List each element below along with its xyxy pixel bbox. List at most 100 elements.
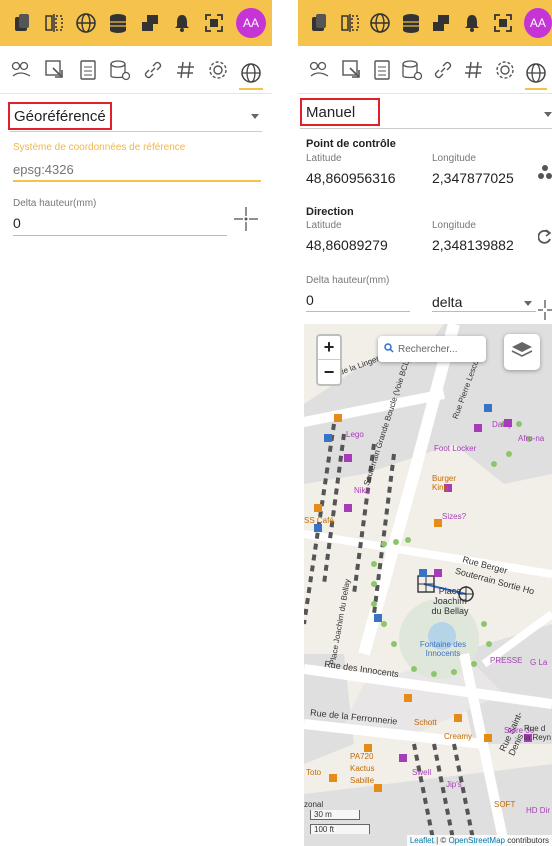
map-label: Creamy bbox=[444, 732, 473, 741]
document-list-icon[interactable] bbox=[76, 58, 100, 82]
rotate-icon[interactable] bbox=[537, 228, 552, 251]
windows-icon[interactable] bbox=[430, 11, 453, 35]
map-label: Fontaine des Innocents bbox=[419, 640, 467, 658]
map-label: Afro-na bbox=[518, 434, 545, 443]
dir-lat-value[interactable]: 48,86089279 bbox=[306, 237, 388, 253]
fullscreen-icon[interactable] bbox=[202, 11, 226, 35]
top-toolbar: AA bbox=[0, 0, 272, 46]
bell-icon[interactable] bbox=[461, 11, 484, 35]
map-label: Kactus bbox=[350, 764, 375, 773]
zoom-out-button[interactable]: − bbox=[318, 360, 340, 384]
crosshair-icon[interactable] bbox=[538, 300, 552, 325]
direction-title: Direction bbox=[306, 206, 354, 218]
avatar[interactable]: AA bbox=[236, 8, 266, 38]
map-label: Lego bbox=[346, 430, 364, 439]
map-label: Swell bbox=[412, 768, 432, 777]
map-search-button[interactable]: Rechercher... bbox=[378, 336, 486, 362]
document-list-icon[interactable] bbox=[372, 58, 392, 82]
mode-select[interactable]: Géoréférencé bbox=[8, 102, 112, 130]
layers-button[interactable] bbox=[504, 334, 540, 370]
layers-stack-icon[interactable] bbox=[308, 11, 331, 35]
globe-tab-icon[interactable] bbox=[239, 50, 264, 90]
link-nodes-icon[interactable] bbox=[308, 58, 332, 82]
pick-point-icon[interactable] bbox=[538, 164, 552, 189]
delta-mode-select[interactable]: delta bbox=[432, 294, 462, 310]
split-view-icon[interactable] bbox=[339, 11, 362, 35]
search-placeholder: Rechercher... bbox=[398, 343, 458, 355]
map-view[interactable]: de la Lingerie Rue Pierre Lescot Lego Ni… bbox=[304, 324, 552, 846]
windows-icon[interactable] bbox=[138, 11, 162, 35]
mode-select-value[interactable]: Manuel bbox=[300, 98, 380, 126]
cp-lat-label: Latitude bbox=[306, 153, 342, 164]
globe-icon[interactable] bbox=[369, 11, 392, 35]
delta-value[interactable]: 0 bbox=[13, 215, 21, 231]
control-point-title: Point de contrôle bbox=[306, 138, 396, 150]
map-label: Place Joachim du Bellay bbox=[431, 586, 469, 616]
layers-stack-icon[interactable] bbox=[10, 11, 34, 35]
delta-value[interactable]: 0 bbox=[306, 292, 314, 308]
chevron-down-icon[interactable] bbox=[524, 301, 532, 306]
crosshair-icon[interactable] bbox=[232, 205, 260, 238]
import-icon[interactable] bbox=[43, 58, 67, 82]
gear-icon[interactable] bbox=[494, 58, 516, 82]
delta-underline bbox=[13, 235, 227, 236]
cp-lat-value[interactable]: 48,860956316 bbox=[306, 170, 396, 186]
chevron-down-icon[interactable] bbox=[544, 112, 552, 117]
database-settings-icon[interactable] bbox=[401, 58, 423, 82]
layers-icon bbox=[511, 340, 533, 365]
chevron-down-icon[interactable] bbox=[251, 114, 259, 119]
mode-select-value[interactable]: Géoréférencé bbox=[8, 102, 112, 130]
delta-underline bbox=[306, 311, 410, 312]
crs-input[interactable] bbox=[13, 158, 261, 182]
import-icon[interactable] bbox=[341, 58, 363, 82]
gear-icon[interactable] bbox=[207, 58, 231, 82]
search-icon bbox=[384, 342, 394, 356]
top-toolbar: AA bbox=[298, 0, 552, 46]
scale-bar-imperial: 100 ft bbox=[310, 824, 370, 834]
leaflet-link[interactable]: Leaflet bbox=[410, 836, 434, 845]
link-nodes-icon[interactable] bbox=[10, 58, 34, 82]
attrib-tail: contributors bbox=[504, 836, 549, 845]
fullscreen-icon[interactable] bbox=[491, 11, 514, 35]
globe-tab-icon[interactable] bbox=[525, 50, 547, 90]
attrib-separator: | © bbox=[433, 836, 449, 845]
avatar[interactable]: AA bbox=[523, 8, 552, 38]
bell-icon[interactable] bbox=[170, 11, 194, 35]
split-view-icon[interactable] bbox=[42, 11, 66, 35]
dir-lon-value[interactable]: 2,348139882 bbox=[432, 237, 514, 253]
map-label: Foot Locker bbox=[434, 444, 477, 453]
divider bbox=[300, 128, 552, 129]
cp-lon-label: Longitude bbox=[432, 153, 476, 164]
map-label: zonal bbox=[304, 800, 324, 809]
database-settings-icon[interactable] bbox=[108, 58, 132, 82]
globe-icon[interactable] bbox=[74, 11, 98, 35]
link-icon[interactable] bbox=[141, 58, 165, 82]
crs-label: Système de coordonnées de référence bbox=[13, 142, 186, 153]
delta-label: Delta hauteur(mm) bbox=[13, 198, 97, 209]
database-icon[interactable] bbox=[400, 11, 423, 35]
hash-icon[interactable] bbox=[463, 58, 485, 82]
map-label: G La bbox=[530, 658, 548, 667]
cp-lon-value[interactable]: 2,347877025 bbox=[432, 170, 514, 186]
map-label: Burger King bbox=[432, 474, 457, 492]
dir-lat-label: Latitude bbox=[306, 220, 342, 231]
panel-gap bbox=[272, 0, 298, 846]
map-label: PRESSE bbox=[490, 656, 523, 665]
tool-tabs bbox=[298, 46, 552, 94]
right-panel: AA Manuel Point de contrôle Latitude 48,… bbox=[298, 0, 552, 846]
map-label: SOFT bbox=[494, 800, 516, 809]
mode-select[interactable]: Manuel bbox=[300, 98, 380, 126]
database-icon[interactable] bbox=[106, 11, 130, 35]
zoom-in-button[interactable]: + bbox=[318, 336, 340, 360]
map-label: Daisy bbox=[492, 420, 513, 429]
map-attribution: Leaflet | © OpenStreetMap contributors bbox=[406, 835, 552, 846]
zoom-control: + − bbox=[316, 334, 342, 386]
hash-icon[interactable] bbox=[174, 58, 198, 82]
map-label: Nike bbox=[354, 486, 371, 495]
map-label: Sabille bbox=[350, 776, 375, 785]
osm-link[interactable]: OpenStreetMap bbox=[448, 836, 504, 845]
divider bbox=[10, 131, 262, 132]
map-label: SS Café bbox=[304, 516, 334, 525]
link-icon[interactable] bbox=[432, 58, 454, 82]
delta-mode-underline bbox=[432, 311, 536, 312]
